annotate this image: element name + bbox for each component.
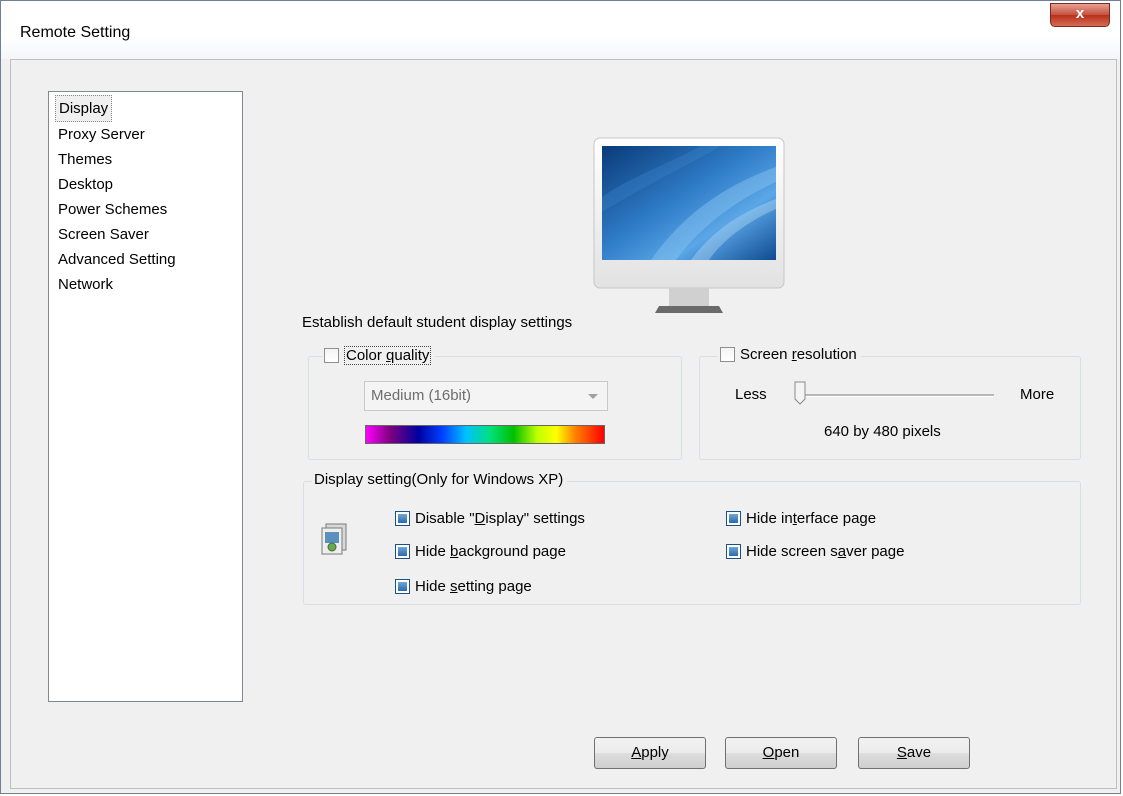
- hide-interface-page-checkbox[interactable]: [726, 511, 741, 526]
- sidebar-item-screen-saver[interactable]: Screen Saver: [55, 222, 152, 247]
- option-disable-display-settings[interactable]: Disable "Display" settings: [395, 510, 585, 527]
- sidebar-item-desktop[interactable]: Desktop: [55, 172, 116, 197]
- slider-more-label: More: [1020, 386, 1055, 403]
- screen-resolution-label: Screen resolution: [740, 346, 857, 363]
- display-setting-xp-group: Display setting(Only for Windows XP) Dis…: [303, 471, 1081, 605]
- color-quality-legend[interactable]: Color quality: [322, 346, 436, 365]
- disable-display-settings-label: Disable "Display" settings: [415, 510, 585, 527]
- hide-background-page-checkbox[interactable]: [395, 544, 410, 559]
- hide-setting-page-label: Hide setting page: [415, 578, 532, 595]
- sidebar-item-network[interactable]: Network: [55, 272, 116, 297]
- save-button[interactable]: Save: [858, 737, 970, 769]
- option-hide-background-page[interactable]: Hide background page: [395, 543, 566, 560]
- resolution-value-text: 640 by 480 pixels: [824, 423, 941, 440]
- client-area: Display Proxy Server Themes Desktop Powe…: [10, 59, 1117, 789]
- hide-screen-saver-page-checkbox[interactable]: [726, 544, 741, 559]
- display-setting-xp-legend: Display setting(Only for Windows XP): [312, 471, 568, 488]
- color-quality-value: Medium (16bit): [371, 387, 472, 404]
- display-properties-icon: [321, 523, 347, 555]
- chevron-down-icon: [588, 394, 598, 399]
- sidebar-item-display[interactable]: Display: [55, 95, 113, 122]
- color-quality-dropdown[interactable]: Medium (16bit): [364, 381, 608, 411]
- resolution-slider-thumb[interactable]: [794, 381, 806, 405]
- disable-display-settings-checkbox[interactable]: [395, 511, 410, 526]
- close-icon: x: [1075, 5, 1085, 22]
- settings-category-list[interactable]: Display Proxy Server Themes Desktop Powe…: [48, 91, 243, 702]
- hide-interface-page-label: Hide interface page: [746, 510, 877, 527]
- monitor-icon: [593, 137, 785, 313]
- option-hide-screen-saver-page[interactable]: Hide screen saver page: [726, 543, 904, 560]
- option-hide-setting-page[interactable]: Hide setting page: [395, 578, 532, 595]
- screen-resolution-legend[interactable]: Screen resolution: [718, 346, 861, 363]
- option-hide-interface-page[interactable]: Hide interface page: [726, 510, 876, 527]
- sidebar-item-proxy-server[interactable]: Proxy Server: [55, 122, 148, 147]
- color-spectrum-bar: [365, 425, 605, 444]
- description-text: Establish default student display settin…: [302, 314, 573, 331]
- resolution-slider-track[interactable]: [796, 394, 994, 397]
- screen-resolution-group: Screen resolution Less More 640 by 480 p…: [699, 346, 1081, 460]
- color-quality-checkbox[interactable]: [324, 348, 339, 363]
- sidebar-item-advanced-setting[interactable]: Advanced Setting: [55, 247, 179, 272]
- color-quality-group: Color quality Medium (16bit): [308, 346, 682, 460]
- remote-setting-window: Remote Setting x Display Proxy Server Th…: [0, 0, 1121, 794]
- slider-less-label: Less: [735, 386, 767, 403]
- title-bar: Remote Setting x: [1, 1, 1120, 59]
- color-quality-label: Color quality: [344, 346, 432, 365]
- hide-background-page-label: Hide background page: [415, 543, 566, 560]
- hide-screen-saver-page-label: Hide screen saver page: [746, 543, 905, 560]
- screen-resolution-checkbox[interactable]: [720, 347, 735, 362]
- close-button[interactable]: x: [1050, 3, 1110, 27]
- window-title: Remote Setting: [20, 24, 131, 41]
- sidebar-item-themes[interactable]: Themes: [55, 147, 115, 172]
- hide-setting-page-checkbox[interactable]: [395, 579, 410, 594]
- open-button[interactable]: Open: [725, 737, 837, 769]
- sidebar-item-power-schemes[interactable]: Power Schemes: [55, 197, 170, 222]
- apply-button[interactable]: Apply: [594, 737, 706, 769]
